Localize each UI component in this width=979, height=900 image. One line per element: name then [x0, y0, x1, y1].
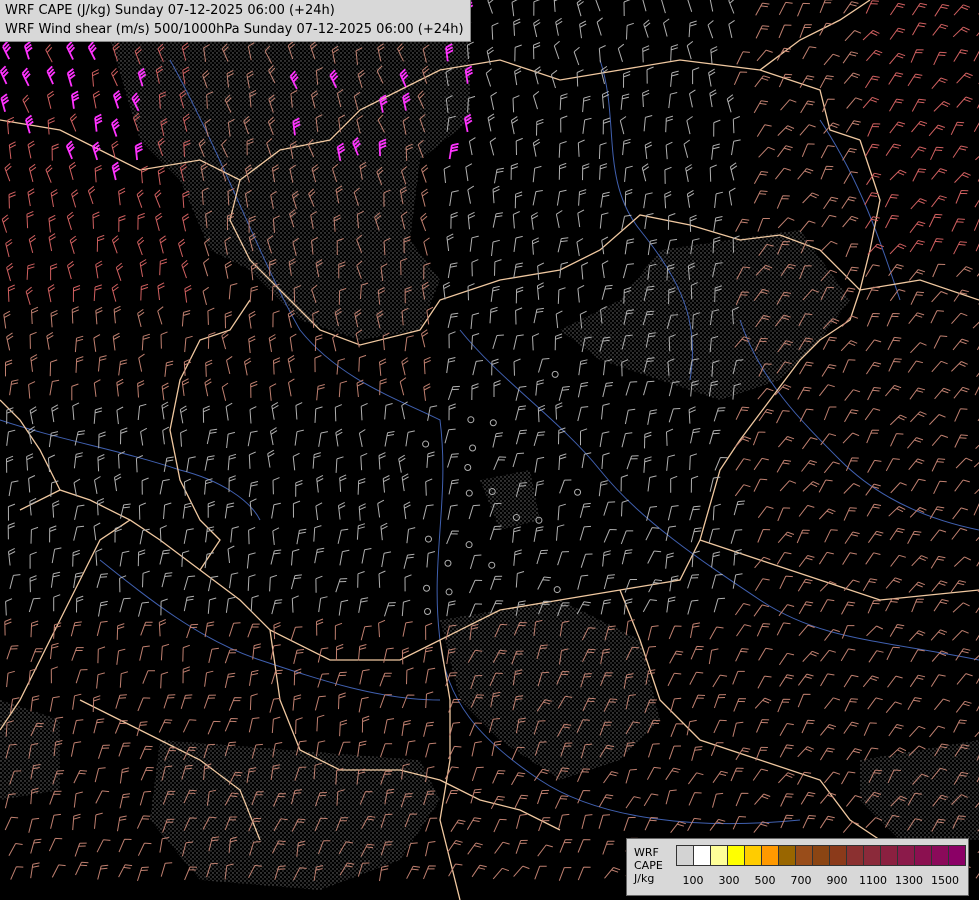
- legend-swatch: [880, 845, 898, 866]
- legend-tick-label: 1100: [859, 874, 887, 887]
- legend-swatch: [676, 845, 694, 866]
- map-title-box: WRF CAPE (J/kg) Sunday 07-12-2025 06:00 …: [0, 0, 471, 42]
- weather-map: [0, 0, 979, 900]
- legend-swatch: [914, 845, 932, 866]
- legend-swatch: [727, 845, 745, 866]
- legend-label: WRF CAPE J/kg: [634, 846, 663, 885]
- legend-swatch: [744, 845, 762, 866]
- legend-swatch: [761, 845, 779, 866]
- legend-tick-label: 1300: [895, 874, 923, 887]
- legend-swatch: [931, 845, 949, 866]
- legend-tick-label: 900: [826, 874, 848, 887]
- legend-swatch: [948, 845, 966, 866]
- legend-swatch: [863, 845, 881, 866]
- legend-swatch: [795, 845, 813, 866]
- legend-swatch: [829, 845, 847, 866]
- legend-ticks: 100 300 500 700 900 1100 1300 1500: [676, 874, 976, 888]
- legend-swatch: [693, 845, 711, 866]
- legend-label-line3: J/kg: [634, 872, 655, 885]
- title-cape: WRF CAPE (J/kg) Sunday 07-12-2025 06:00 …: [5, 3, 335, 18]
- legend-tick-label: 700: [790, 874, 812, 887]
- legend-swatch: [812, 845, 830, 866]
- title-wind-shear: WRF Wind shear (m/s) 500/1000hPa Sunday …: [5, 22, 464, 37]
- legend-label-line2: CAPE: [634, 859, 663, 872]
- legend-tick-label: 1500: [931, 874, 959, 887]
- legend-swatch: [897, 845, 915, 866]
- legend-tick-label: 300: [718, 874, 740, 887]
- legend-tick-label: 100: [682, 874, 704, 887]
- legend-label-line1: WRF: [634, 846, 659, 859]
- legend-swatch: [778, 845, 796, 866]
- legend-swatch: [710, 845, 728, 866]
- legend-tick-label: 500: [754, 874, 776, 887]
- legend-swatch: [846, 845, 864, 866]
- cape-legend: WRF CAPE J/kg 100 300 500 700 900 1100 1300 150…: [626, 838, 969, 896]
- legend-swatches: [676, 845, 966, 866]
